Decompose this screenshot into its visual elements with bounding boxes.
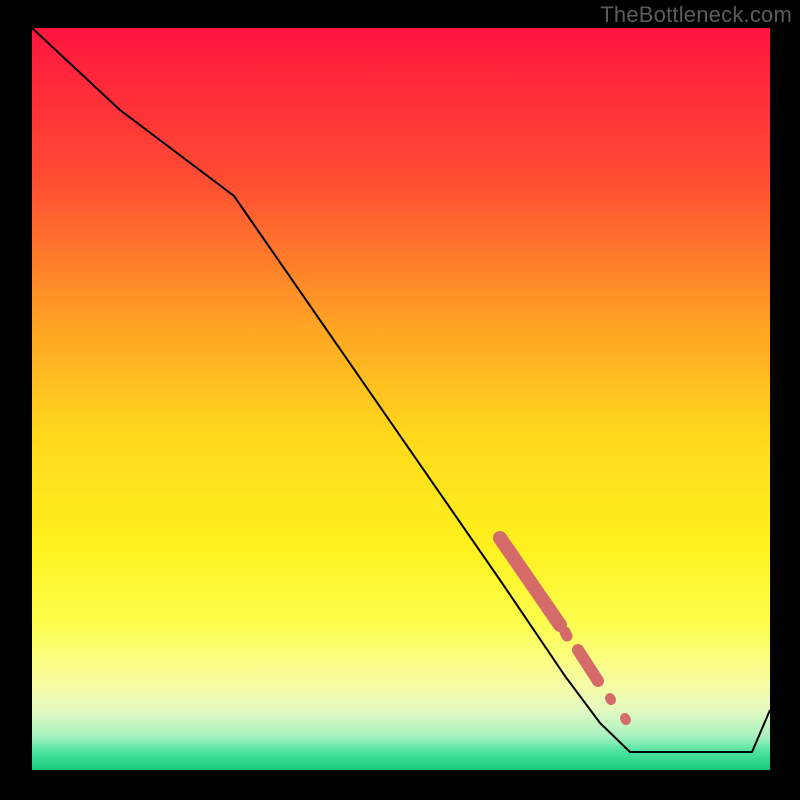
data-marker bbox=[610, 698, 611, 700]
watermark-text: TheBottleneck.com bbox=[600, 2, 792, 28]
data-marker bbox=[625, 718, 626, 720]
chart-svg bbox=[0, 0, 800, 800]
chart-stage: TheBottleneck.com bbox=[0, 0, 800, 800]
plot-area bbox=[32, 28, 770, 770]
data-marker bbox=[565, 632, 567, 636]
